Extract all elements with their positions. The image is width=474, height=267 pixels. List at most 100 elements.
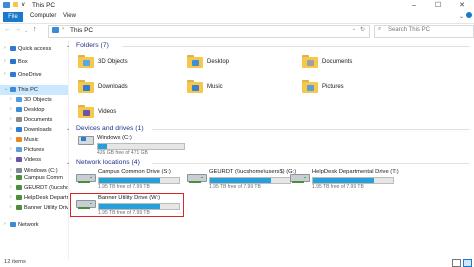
- network-drive-icon: [76, 172, 96, 184]
- network-drive-icon: [16, 185, 22, 190]
- network-drive-tile[interactable]: Campus Common Drive (S:) 1.95 TB free of …: [76, 168, 180, 190]
- expand-chevron-icon[interactable]: ›: [10, 194, 12, 200]
- network-drive-icon: [16, 205, 22, 210]
- cloud-icon: [10, 72, 16, 77]
- sidebar-item-pictures[interactable]: › Pictures: [0, 145, 68, 155]
- breadcrumb-this-pc[interactable]: This PC: [70, 27, 93, 34]
- sidebar-item-label: Box: [18, 58, 28, 65]
- collapse-devices-icon[interactable]: ⌄: [66, 126, 70, 132]
- tab-file[interactable]: File: [3, 12, 23, 22]
- folder-tile-videos[interactable]: Videos: [76, 102, 176, 124]
- sidebar-item-desktop[interactable]: › Desktop: [0, 105, 68, 115]
- back-button[interactable]: ←: [4, 26, 11, 33]
- search-placeholder: Search This PC: [388, 27, 430, 33]
- collapse-network-icon[interactable]: ⌄: [66, 160, 70, 166]
- network-drive-tile[interactable]: HelpDesk Departmental Drive (T:) 1.95 TB …: [290, 168, 399, 190]
- sidebar-item-geurdt-ucshome[interactable]: › GEURDT (\\ucshome\: [0, 183, 68, 193]
- sidebar-item-3d-objects[interactable]: › 3D Objects: [0, 95, 68, 105]
- expand-chevron-icon[interactable]: ›: [10, 96, 12, 102]
- folder-icon: [187, 80, 203, 93]
- expand-chevron-icon[interactable]: ›: [10, 156, 12, 162]
- sidebar-item-this-pc[interactable]: ⌄ This PC: [0, 85, 68, 95]
- sidebar-item-label: Banner Utility Drive: [24, 204, 68, 211]
- expand-chevron-icon[interactable]: ›: [10, 204, 12, 210]
- drive-free-space: 1.95 TB free of 7.99 TB: [312, 184, 364, 190]
- expand-chevron-icon[interactable]: ›: [10, 136, 12, 142]
- up-button[interactable]: ↑: [33, 26, 37, 33]
- minimize-button[interactable]: –: [402, 0, 426, 11]
- folder-label: Documents: [322, 59, 353, 65]
- expand-chevron-icon[interactable]: ›: [10, 116, 12, 122]
- address-dropdown-icon[interactable]: ⌄: [352, 26, 356, 32]
- expand-chevron-icon[interactable]: ›: [10, 126, 12, 132]
- sidebar-item-helpdesk-departme[interactable]: › HelpDesk Departme: [0, 193, 68, 203]
- desktop-icon: [192, 60, 199, 66]
- address-bar[interactable]: [48, 25, 370, 38]
- drive-tile-windows-c[interactable]: Windows (C:) 426 GB free of 471 GB: [76, 134, 186, 156]
- sidebar-item-quick-access[interactable]: › Quick access: [0, 44, 68, 54]
- sidebar-item-network[interactable]: › Network: [0, 220, 68, 230]
- sidebar-item-music[interactable]: › Music: [0, 135, 68, 145]
- refresh-icon[interactable]: ↻: [360, 26, 365, 33]
- breadcrumb-chevron-icon[interactable]: ›: [62, 26, 64, 32]
- sidebar-item-label: Music: [24, 136, 39, 143]
- document-icon: [16, 117, 22, 122]
- sidebar-item-downloads[interactable]: › Downloads: [0, 125, 68, 135]
- expand-chevron-icon[interactable]: ›: [4, 221, 6, 227]
- tab-computer[interactable]: Computer: [30, 13, 56, 19]
- maximize-button[interactable]: ☐: [426, 0, 450, 11]
- download-icon: [83, 85, 90, 91]
- folder-tile-downloads[interactable]: Downloads: [76, 77, 176, 99]
- section-devices[interactable]: Devices and drives (1): [76, 125, 144, 132]
- drive-usage-bar: [98, 177, 180, 184]
- section-network-locations[interactable]: Network locations (4): [76, 159, 140, 166]
- section-divider: [122, 46, 470, 47]
- pc-icon: [52, 27, 59, 33]
- expand-chevron-icon[interactable]: ›: [4, 45, 6, 51]
- sidebar-item-campus-comm[interactable]: › Campus Comm: [0, 173, 68, 183]
- qat-dropdown[interactable]: ∨: [21, 1, 25, 8]
- expand-chevron-icon[interactable]: ›: [10, 106, 12, 112]
- drive-free-space: 1.95 TB free of 7.99 TB: [209, 184, 261, 190]
- sidebar-item-onedrive[interactable]: › OneDrive: [0, 70, 68, 80]
- folder-tile-3d-objects[interactable]: 3D Objects: [76, 52, 176, 74]
- section-divider: [152, 163, 470, 164]
- folder-tile-documents[interactable]: Documents: [300, 52, 400, 74]
- folder-icon: [187, 55, 203, 68]
- sidebar-item-videos[interactable]: › Videos: [0, 155, 68, 165]
- quick-access-toolbar-icon[interactable]: [13, 2, 18, 7]
- expand-ribbon-icon[interactable]: ⌄: [459, 13, 464, 20]
- expand-chevron-icon[interactable]: ›: [10, 146, 12, 152]
- sidebar-item-label: Desktop: [24, 106, 45, 113]
- expand-chevron-icon[interactable]: ⌄: [4, 86, 8, 92]
- folder-tile-pictures[interactable]: Pictures: [300, 77, 400, 99]
- expand-chevron-icon[interactable]: ›: [10, 184, 12, 190]
- section-folders[interactable]: Folders (7): [76, 42, 109, 49]
- search-icon: ⌕: [378, 26, 382, 32]
- recent-locations-button[interactable]: ⌄: [24, 28, 28, 34]
- network-drive-icon: [187, 172, 207, 184]
- expand-chevron-icon[interactable]: ›: [4, 71, 6, 77]
- sidebar-item-label: This PC: [18, 86, 38, 93]
- tiles-view-icon[interactable]: [463, 259, 472, 267]
- drive-name: Campus Common Drive (S:): [98, 169, 171, 175]
- help-icon[interactable]: [466, 12, 472, 18]
- section-divider: [152, 129, 470, 130]
- close-button[interactable]: ✕: [450, 0, 474, 11]
- sidebar-item-label: HelpDesk Departme: [24, 194, 68, 201]
- folder-tile-desktop[interactable]: Desktop: [185, 52, 285, 74]
- status-item-count: 12 items: [4, 259, 26, 265]
- details-view-icon[interactable]: [452, 259, 461, 267]
- sidebar-item-documents[interactable]: › Documents: [0, 115, 68, 125]
- expand-chevron-icon[interactable]: ›: [10, 174, 12, 180]
- sidebar-item-box[interactable]: › Box: [0, 57, 68, 67]
- network-drive-tile[interactable]: GEURDT (\\ucshome\users$) (G:) 1.95 TB fr…: [187, 168, 296, 190]
- tab-view[interactable]: View: [63, 13, 76, 19]
- expand-chevron-icon[interactable]: ›: [4, 58, 6, 64]
- drive-usage-bar: [97, 143, 185, 150]
- collapse-folders-icon[interactable]: ⌄: [66, 43, 70, 49]
- folder-tile-music[interactable]: Music: [185, 77, 285, 99]
- desktop-icon: [16, 107, 22, 112]
- sidebar-item-banner-utility-drive[interactable]: › Banner Utility Drive: [0, 203, 68, 213]
- forward-button[interactable]: →: [14, 26, 21, 33]
